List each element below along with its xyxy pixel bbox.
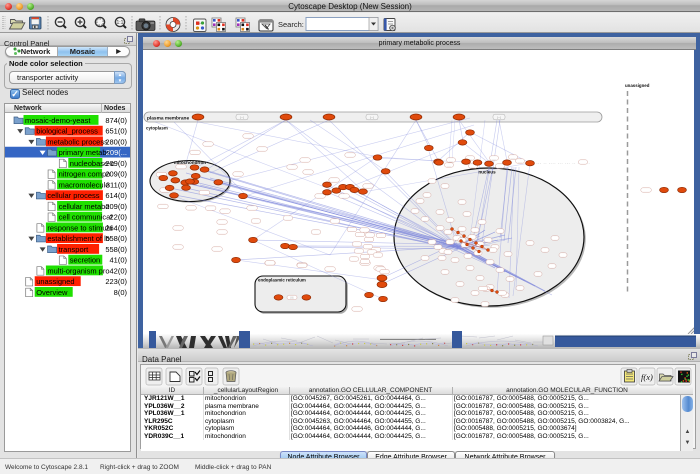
svg-text:biological_process: biological_process	[36, 127, 98, 136]
svg-text:cell communicat: cell communicat	[59, 213, 114, 222]
svg-text:41(0): 41(0)	[109, 256, 127, 265]
svg-text:651(0): 651(0)	[105, 127, 127, 136]
svg-text:558(0): 558(0)	[105, 245, 127, 254]
svg-text:response to stimulu: response to stimulu	[47, 223, 112, 232]
svg-text:22(0): 22(0)	[109, 213, 127, 222]
svg-text:cellular process: cellular process	[47, 191, 99, 200]
svg-text:macromolecule: macromolecule	[59, 180, 110, 189]
svg-text:multi-organism pro: multi-organism pro	[47, 266, 109, 275]
svg-text:nitrogen compo: nitrogen compo	[59, 170, 111, 179]
svg-text:264(0): 264(0)	[105, 223, 127, 232]
svg-text:transport: transport	[59, 245, 90, 254]
svg-text:mosaic-demo-yeast: mosaic-demo-yeast	[25, 116, 91, 125]
svg-text:614(0): 614(0)	[105, 191, 127, 200]
svg-text:metabolic process: metabolic process	[47, 137, 108, 146]
svg-text:280(0): 280(0)	[105, 137, 127, 146]
svg-text:primary metabo: primary metabo	[59, 148, 111, 157]
svg-text:secretion: secretion	[70, 256, 100, 265]
svg-text:42(0): 42(0)	[109, 266, 127, 275]
svg-text:209(0): 209(0)	[105, 170, 127, 179]
svg-text:f(x): f(x)	[641, 372, 653, 382]
svg-text:Search:: Search:	[278, 20, 304, 29]
svg-text:establishment of lo: establishment of lo	[47, 234, 110, 243]
svg-text:Overview: Overview	[36, 288, 68, 297]
svg-text:cellular metabo: cellular metabo	[59, 202, 110, 211]
svg-text:8(0): 8(0)	[114, 288, 128, 297]
svg-text:209(...: 209(...	[106, 148, 127, 157]
svg-text:223(0): 223(0)	[105, 277, 127, 286]
svg-text:558(0): 558(0)	[105, 234, 127, 243]
svg-text:1:1: 1:1	[117, 20, 124, 26]
svg-text:874(0): 874(0)	[105, 116, 127, 125]
svg-text:209(0): 209(0)	[105, 202, 127, 211]
svg-text:311(0): 311(0)	[106, 180, 128, 189]
svg-text:209(0): 209(0)	[105, 159, 127, 168]
svg-text:unassigned: unassigned	[36, 277, 74, 286]
